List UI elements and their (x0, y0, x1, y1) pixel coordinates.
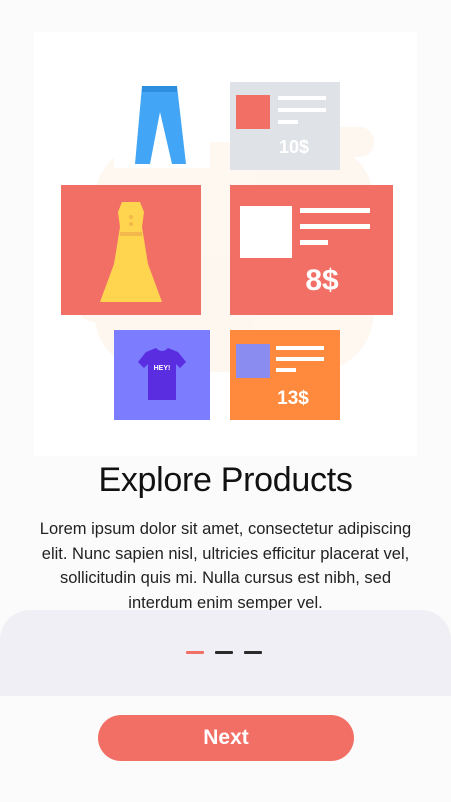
faded-price-text: 10$ (279, 137, 309, 157)
shirt-text: HEY! (154, 365, 171, 372)
page-indicator-dot-2[interactable] (215, 651, 233, 654)
small-price-card: 13$ (230, 330, 340, 420)
large-price-text: 8$ (305, 264, 339, 297)
dress-card (61, 185, 201, 315)
shirt-card: HEY! (114, 330, 210, 420)
page-indicator-dot-1[interactable] (186, 651, 204, 654)
page-title: Explore Products (98, 461, 353, 499)
page-description: Lorem ipsum dolor sit amet, consectetur … (39, 520, 412, 612)
jeans-icon (114, 80, 210, 168)
next-button[interactable]: Next (98, 715, 354, 761)
products-illustration: 10$ 8$ HEY! 13$ (34, 32, 417, 456)
small-price-text: 13$ (277, 388, 309, 409)
page-indicator (186, 651, 262, 654)
faded-price-card: 10$ (230, 82, 340, 170)
page-indicator-dot-3[interactable] (244, 651, 262, 654)
large-price-card: 8$ (230, 185, 393, 315)
